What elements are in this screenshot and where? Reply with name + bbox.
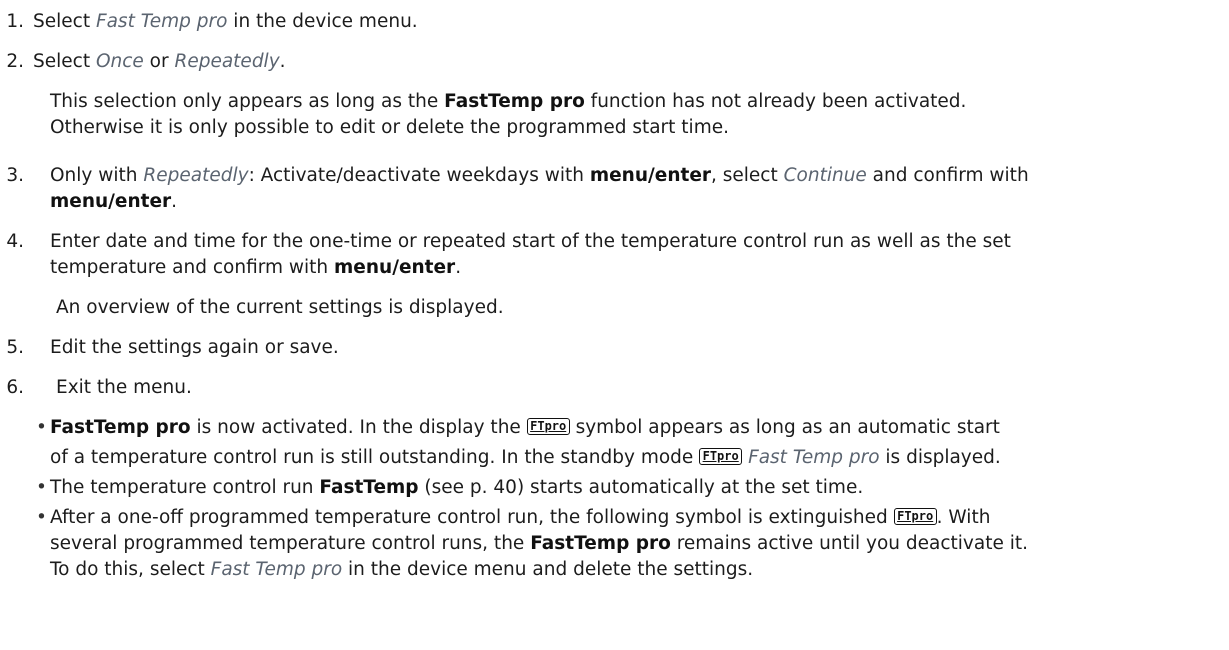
fastemp-pro-symbol-icon: FTpro bbox=[526, 417, 570, 435]
result-text: An overview of the current settings is d… bbox=[56, 297, 504, 318]
note-line-2: Otherwise it is only possible to edit or… bbox=[50, 117, 729, 138]
step-text: Edit the settings again or save. bbox=[50, 337, 339, 358]
step-number: 3. bbox=[6, 165, 24, 186]
result-text-cont: several programmed temperature control r… bbox=[50, 533, 1028, 554]
bullet: • bbox=[36, 417, 47, 438]
result-text: FastTemp pro is now activated. In the di… bbox=[50, 417, 1000, 438]
bullet: • bbox=[36, 477, 47, 498]
fastemp-pro-symbol-icon: FTpro bbox=[699, 447, 743, 465]
step-text: Select Fast Temp pro in the device menu. bbox=[33, 11, 418, 32]
step-text: Exit the menu. bbox=[56, 377, 192, 398]
step-number: 4. bbox=[6, 231, 24, 252]
result-text-cont: To do this, select Fast Temp pro in the … bbox=[50, 559, 754, 580]
result-text-cont: of a temperature control run is still ou… bbox=[50, 447, 1001, 468]
step-number: 2. bbox=[6, 51, 24, 72]
result-text: The temperature control run FastTemp (se… bbox=[50, 477, 864, 498]
bullet: • bbox=[36, 507, 47, 528]
note-line-1: This selection only appears as long as t… bbox=[50, 91, 967, 112]
step-text-cont: temperature and confirm with menu/enter. bbox=[50, 257, 462, 278]
fastemp-pro-symbol-icon: FTpro bbox=[893, 507, 937, 525]
step-text: Select Once or Repeatedly. bbox=[33, 51, 286, 72]
step-text: Only with Repeatedly: Activate/deactivat… bbox=[50, 165, 1029, 186]
step-number: 1. bbox=[6, 11, 24, 32]
result-text: After a one-off programmed temperature c… bbox=[50, 507, 991, 528]
step-number: 5. bbox=[6, 337, 24, 358]
instruction-document: 1. Select Fast Temp pro in the device me… bbox=[0, 0, 1229, 650]
step-text-cont: menu/enter. bbox=[50, 191, 178, 212]
step-number: 6. bbox=[6, 377, 24, 398]
step-text: Enter date and time for the one-time or … bbox=[50, 231, 1011, 252]
